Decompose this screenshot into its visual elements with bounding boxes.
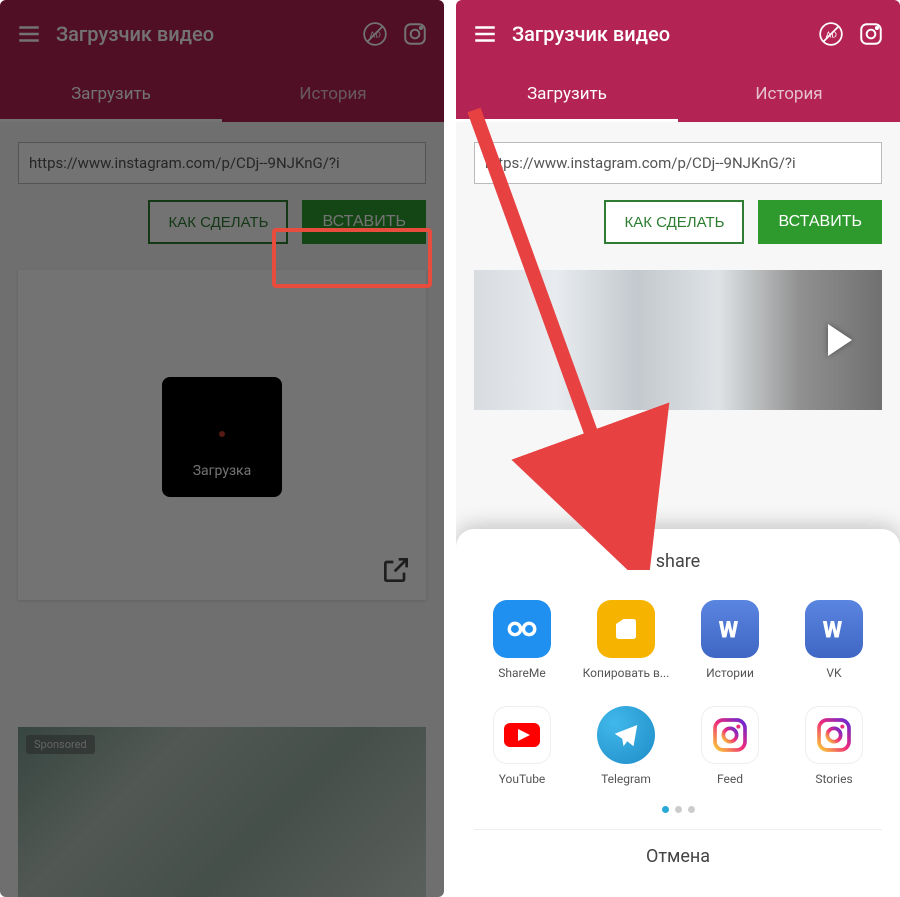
svg-text:AD: AD bbox=[826, 30, 838, 40]
url-input[interactable]: https://www.instagram.com/p/CDj--9NJKnG/… bbox=[474, 142, 882, 184]
play-icon bbox=[828, 324, 852, 356]
svg-text:W: W bbox=[719, 617, 739, 644]
app-shareme[interactable]: ShareMe bbox=[474, 600, 570, 680]
sponsored-content[interactable]: Sponsored bbox=[18, 727, 426, 897]
loading-toast: Загрузка bbox=[162, 377, 282, 497]
howto-button[interactable]: КАК СДЕЛАТЬ bbox=[148, 200, 288, 244]
url-input[interactable]: https://www.instagram.com/p/CDj--9NJKnG/… bbox=[18, 142, 426, 184]
svg-text:W: W bbox=[823, 617, 843, 644]
app-header: Загрузчик видео AD bbox=[456, 0, 900, 68]
header-title: Загрузчик видео bbox=[512, 22, 804, 46]
share-apps-grid: ShareMe Копировать в... W Истории W VK Y… bbox=[474, 600, 882, 786]
app-youtube[interactable]: YouTube bbox=[474, 706, 570, 786]
share-sheet: share ShareMe Копировать в... W Истории … bbox=[456, 529, 900, 897]
no-ads-icon[interactable]: AD bbox=[818, 21, 844, 47]
tab-download[interactable]: Загрузить bbox=[456, 68, 678, 122]
instagram-icon[interactable] bbox=[858, 21, 884, 47]
tab-history[interactable]: История bbox=[222, 68, 444, 122]
app-header: Загрузчик видео AD bbox=[0, 0, 444, 68]
button-row: КАК СДЕЛАТЬ ВСТАВИТЬ bbox=[474, 200, 882, 244]
tabs: Загрузить История bbox=[0, 68, 444, 122]
paste-button[interactable]: ВСТАВИТЬ bbox=[302, 200, 426, 244]
svg-text:AD: AD bbox=[370, 30, 382, 40]
share-title: share bbox=[474, 551, 882, 572]
menu-icon[interactable] bbox=[16, 21, 42, 47]
open-external-icon[interactable] bbox=[380, 554, 412, 586]
video-thumbnail[interactable] bbox=[474, 270, 882, 410]
howto-button[interactable]: КАК СДЕЛАТЬ bbox=[604, 200, 744, 244]
screen-left: Загрузчик видео AD Загрузить История htt… bbox=[0, 0, 444, 897]
paste-button[interactable]: ВСТАВИТЬ bbox=[758, 200, 882, 244]
loading-dot bbox=[219, 431, 225, 437]
menu-icon[interactable] bbox=[472, 21, 498, 47]
app-vk[interactable]: W VK bbox=[786, 600, 882, 680]
no-ads-icon[interactable]: AD bbox=[362, 21, 388, 47]
loading-text: Загрузка bbox=[193, 463, 252, 479]
cancel-button[interactable]: Отмена bbox=[474, 829, 882, 873]
sponsored-badge: Sponsored bbox=[26, 735, 95, 754]
app-telegram[interactable]: Telegram bbox=[578, 706, 674, 786]
instagram-icon[interactable] bbox=[402, 21, 428, 47]
screen-right: Загрузчик видео AD Загрузить История htt… bbox=[456, 0, 900, 897]
app-vk-stories[interactable]: W Истории bbox=[682, 600, 778, 680]
tabs: Загрузить История bbox=[456, 68, 900, 122]
button-row: КАК СДЕЛАТЬ ВСТАВИТЬ bbox=[18, 200, 426, 244]
page-dots bbox=[474, 806, 882, 813]
app-instagram-stories[interactable]: Stories bbox=[786, 706, 882, 786]
tab-history[interactable]: История bbox=[678, 68, 900, 122]
tab-download[interactable]: Загрузить bbox=[0, 68, 222, 122]
app-copy[interactable]: Копировать в... bbox=[578, 600, 674, 680]
header-title: Загрузчик видео bbox=[56, 22, 348, 46]
app-instagram-feed[interactable]: Feed bbox=[682, 706, 778, 786]
